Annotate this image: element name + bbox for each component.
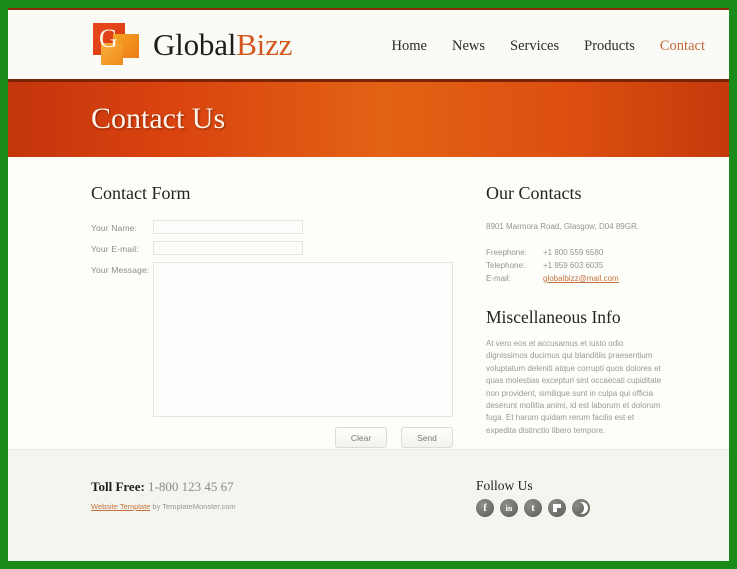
delicious-icon[interactable] bbox=[548, 499, 566, 517]
input-your-name[interactable] bbox=[153, 220, 303, 234]
label-your-name: Your Name: bbox=[91, 223, 138, 233]
contact-value-email-link[interactable]: globalbizz@mail.com bbox=[543, 272, 619, 285]
contact-form-heading: Contact Form bbox=[91, 183, 191, 203]
misc-info-paragraph: At vero eos et accusamus et iusto odio d… bbox=[486, 339, 662, 435]
toll-free-line: Toll Free: 1-800 123 45 67 bbox=[91, 479, 234, 495]
send-button[interactable]: Send bbox=[401, 427, 453, 448]
label-your-message: Your Message: bbox=[91, 265, 150, 275]
contact-value-freephone: +1 800 559 6580 bbox=[543, 248, 604, 257]
contact-key-email: E-mail: bbox=[486, 274, 511, 283]
page-inner: G GlobalBizz Home News Services Products… bbox=[8, 8, 729, 561]
footer-credit: Website Template by TemplateMonster.com bbox=[91, 502, 236, 511]
social-links: f in t bbox=[476, 499, 590, 517]
form-row-name: Your Name: bbox=[91, 220, 466, 234]
contact-row-telephone: Telephone: +1 959 603 6035 bbox=[486, 259, 666, 272]
credit-link[interactable]: Website Template bbox=[91, 502, 150, 511]
toll-free-label: Toll Free: bbox=[91, 479, 145, 494]
main-navigation: Home News Services Products Contact bbox=[392, 38, 705, 55]
facebook-icon[interactable]: f bbox=[476, 499, 494, 517]
contact-key-freephone: Freephone: bbox=[486, 248, 527, 257]
form-button-row: Clear Send bbox=[153, 427, 453, 448]
clear-button[interactable]: Clear bbox=[335, 427, 387, 448]
logo-text-bizz: Bizz bbox=[236, 27, 293, 62]
contact-row-email: E-mail: globalbizz@mail.com bbox=[486, 272, 666, 285]
contact-key-telephone: Telephone: bbox=[486, 261, 526, 270]
contact-row-freephone: Freephone: +1 800 559 6580 bbox=[486, 246, 666, 259]
misc-info-heading: Miscellaneous Info bbox=[486, 307, 621, 327]
toll-free-number: 1-800 123 45 67 bbox=[148, 479, 234, 494]
form-row-message: Your Message: bbox=[91, 262, 466, 417]
crescent-icon[interactable] bbox=[572, 499, 590, 517]
nav-item-products[interactable]: Products bbox=[584, 38, 635, 55]
page-banner: Contact Us bbox=[8, 79, 729, 157]
follow-us-heading: Follow Us bbox=[476, 478, 533, 493]
contact-address: 8901 Marmora Road, Glasgow, D04 89GR. bbox=[486, 222, 639, 231]
nav-item-contact[interactable]: Contact bbox=[660, 38, 705, 55]
sidebar-column: Our Contacts 8901 Marmora Road, Glasgow,… bbox=[486, 183, 666, 437]
logo-text: GlobalBizz bbox=[153, 28, 292, 62]
credit-rest: by TemplateMonster.com bbox=[150, 502, 236, 511]
contact-value-telephone: +1 959 603 6035 bbox=[543, 261, 604, 270]
logo-text-global: Global bbox=[153, 27, 237, 62]
site-logo[interactable]: G GlobalBizz bbox=[87, 21, 292, 69]
nav-item-services[interactable]: Services bbox=[510, 38, 559, 55]
input-your-email[interactable] bbox=[153, 241, 303, 255]
page-frame: G GlobalBizz Home News Services Products… bbox=[0, 0, 737, 569]
logo-letter: G bbox=[99, 24, 118, 53]
contact-form-column: Contact Form Your Name: Your E-mail: You… bbox=[91, 183, 466, 448]
nav-item-news[interactable]: News bbox=[452, 38, 485, 55]
twitter-icon[interactable]: t bbox=[524, 499, 542, 517]
logo-mark-icon: G bbox=[87, 21, 143, 69]
main-content: Contact Form Your Name: Your E-mail: You… bbox=[8, 157, 729, 449]
site-header: G GlobalBizz Home News Services Products… bbox=[8, 8, 729, 79]
site-footer: Toll Free: 1-800 123 45 67 Website Templ… bbox=[8, 449, 729, 561]
form-row-email: Your E-mail: bbox=[91, 241, 466, 255]
label-your-email: Your E-mail: bbox=[91, 244, 139, 254]
our-contacts-heading: Our Contacts bbox=[486, 183, 582, 203]
input-your-message[interactable] bbox=[153, 262, 453, 417]
page-title: Contact Us bbox=[91, 102, 226, 135]
linkedin-icon[interactable]: in bbox=[500, 499, 518, 517]
nav-item-home[interactable]: Home bbox=[392, 38, 427, 55]
